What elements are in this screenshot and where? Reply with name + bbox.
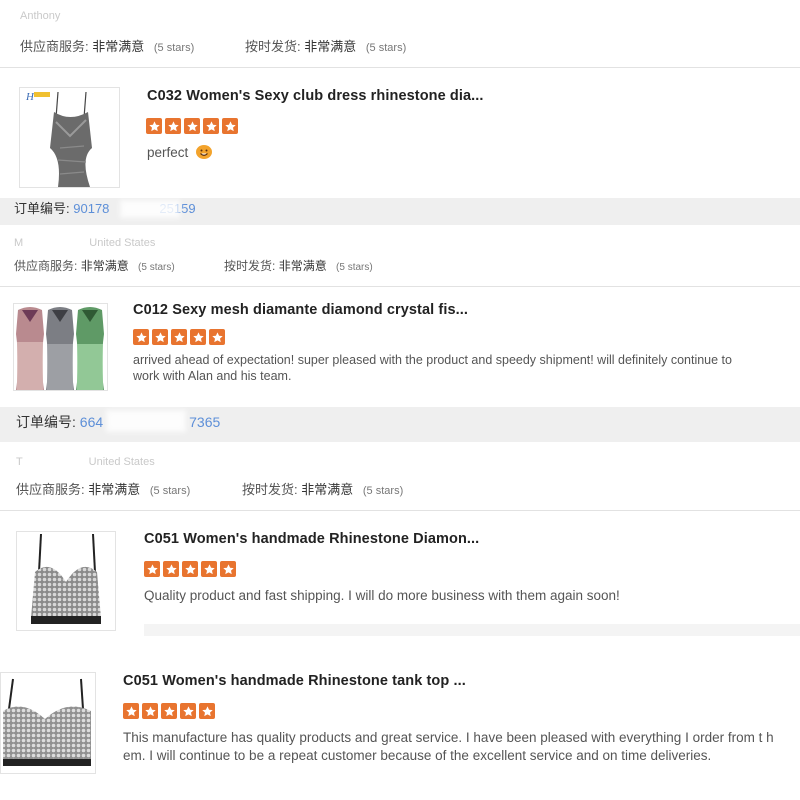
buyer-info-faded: M United States [14,237,155,249]
star-icon [209,329,225,345]
buyer-name-faded: T [16,456,23,468]
smiley-emoji-icon [196,145,213,159]
star-icon [199,703,215,719]
star-icon [220,561,236,577]
supplier-rating-line: 供应商服务: 非常满意 (5 stars) [16,479,190,498]
review-text-content: perfect [147,145,189,160]
divider [0,510,800,511]
image-logo-text: H [25,91,35,103]
divider [0,286,800,287]
redaction-blur [120,200,180,218]
rhinestone-tank-top-image [1,673,95,773]
supplier-stars: (5 stars) [149,485,191,497]
star-icon [201,561,217,577]
ontime-value: 非常满意 [301,482,354,497]
star-icon [161,703,177,719]
ontime-rating-line: 按时发货: 非常满意 (5 stars) [224,257,373,274]
star-icon [152,329,168,345]
review-text: This manufacture has quality products an… [123,730,774,763]
buyer-country-faded: United States [89,237,156,249]
star-icon [222,118,238,134]
review-text: perfect [147,145,213,161]
star-icon [165,118,181,134]
star-icon [182,561,198,577]
review-text: arrived ahead of expectation! super plea… [133,353,732,383]
faded-order-bar [144,624,800,636]
rhinestone-bustier-image [17,532,115,630]
supplier-stars: (5 stars) [138,262,175,273]
supplier-value: 非常满意 [80,259,129,273]
star-rating [146,118,238,134]
star-icon [142,703,158,719]
order-number-label: 订单编号: [16,414,76,430]
redaction-blur [106,410,186,432]
supplier-rating-line: 供应商服务: 非常满意 (5 stars) [20,36,194,55]
supplier-label: 供应商服务: [14,259,78,273]
supplier-label: 供应商服务: [16,482,85,497]
product-title[interactable]: C032 Women's Sexy club dress rhinestone … [147,88,484,104]
supplier-label: 供应商服务: [20,39,89,54]
star-icon [184,118,200,134]
buyer-name-faded: M [14,237,24,249]
order-number-label: 订单编号: [14,201,70,216]
buyer-country-faded: United States [88,456,155,468]
dress-image: H [20,88,119,187]
buyer-name-faded: Anthony [20,10,61,22]
star-icon [163,561,179,577]
product-title[interactable]: C051 Women's handmade Rhinestone Diamon.… [144,531,479,547]
product-thumbnail[interactable] [16,531,116,631]
product-thumbnail[interactable]: H [19,87,120,188]
divider [0,67,800,68]
ontime-label: 按时发货: [224,259,276,273]
review-text: Quality product and fast shipping. I wil… [144,588,620,603]
supplier-value: 非常满意 [92,39,145,54]
product-title[interactable]: C051 Women's handmade Rhinestone tank to… [123,673,466,689]
supplier-value: 非常满意 [88,482,141,497]
supplier-rating-line: 供应商服务: 非常满意 (5 stars) [14,257,175,274]
star-icon [180,703,196,719]
ontime-label: 按时发货: [245,39,301,54]
ontime-value: 非常满意 [304,39,357,54]
product-title[interactable]: C012 Sexy mesh diamante diamond crystal … [133,302,468,318]
order-number-link[interactable]: 90178 [73,201,109,216]
star-icon [123,703,139,719]
ontime-rating-line: 按时发货: 非常满意 (5 stars) [245,36,406,55]
star-rating [144,561,236,577]
supplier-stars: (5 stars) [153,42,195,54]
star-icon [133,329,149,345]
ontime-rating-line: 按时发货: 非常满意 (5 stars) [242,479,403,498]
star-icon [190,329,206,345]
product-thumbnail[interactable] [0,672,96,774]
ontime-label: 按时发货: [242,482,298,497]
product-thumbnail[interactable] [13,303,108,391]
ontime-stars: (5 stars) [362,485,404,497]
mesh-dresses-image [14,304,107,390]
star-icon [146,118,162,134]
star-rating [133,329,225,345]
star-icon [144,561,160,577]
ontime-stars: (5 stars) [336,262,373,273]
ontime-stars: (5 stars) [365,42,407,54]
star-icon [171,329,187,345]
buyer-info-faded: T United States [16,456,155,468]
order-number-tail: 7365 [189,414,221,430]
ontime-value: 非常满意 [278,259,327,273]
star-icon [203,118,219,134]
order-number-link[interactable]: 664 [80,414,103,430]
star-rating [123,703,215,719]
